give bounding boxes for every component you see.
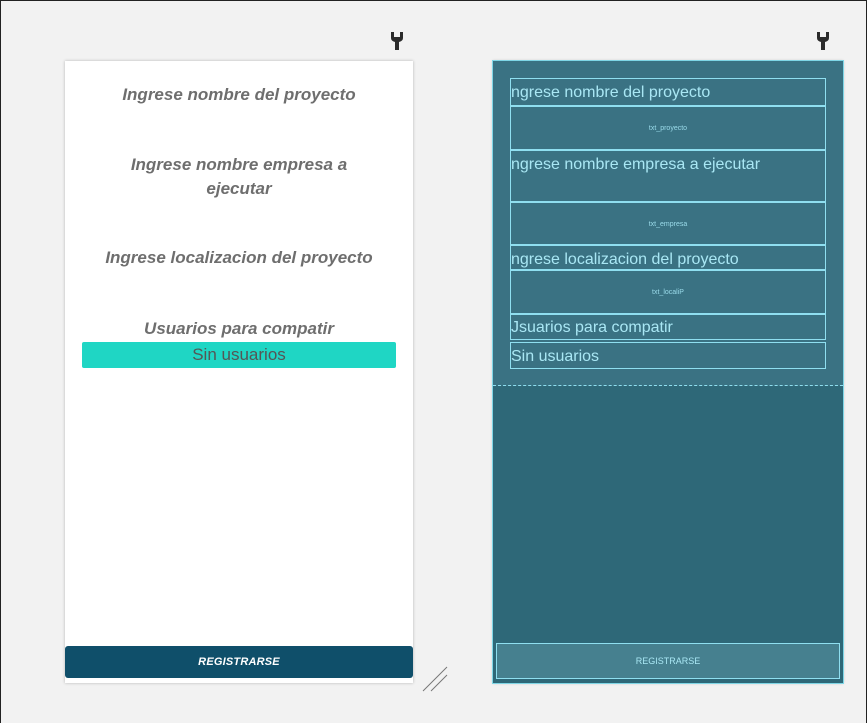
location-label: Ingrese localizacion del proyecto: [105, 248, 373, 267]
blueprint-sin-usuarios[interactable]: Sin usuarios: [510, 342, 826, 369]
design-preview[interactable]: Ingrese nombre del proyecto Ingrese nomb…: [65, 61, 413, 683]
wrench-icon[interactable]: [389, 31, 405, 51]
blueprint-txt-localip[interactable]: txt_localiP: [510, 270, 826, 314]
blueprint-company-label[interactable]: ngrese nombre empresa a ejecutar: [510, 150, 826, 202]
wrench-icon[interactable]: [815, 31, 831, 51]
blueprint-users-label[interactable]: Jsuarios para compatir: [510, 314, 826, 340]
company-name-label: Ingrese nombre empresa a ejecutar: [130, 155, 348, 198]
users-label: Usuarios para compatir: [144, 319, 334, 338]
registrarse-button[interactable]: REGISTRARSE: [65, 646, 413, 678]
blueprint-location-label[interactable]: ngrese localizacion del proyecto: [510, 245, 826, 270]
blueprint-txt-proyecto[interactable]: txt_proyecto: [510, 106, 826, 150]
resize-handle-icon[interactable]: [419, 663, 451, 695]
blueprint-project-label[interactable]: ngrese nombre del proyecto: [510, 78, 826, 106]
project-name-label: Ingrese nombre del proyecto: [122, 85, 356, 104]
blueprint-txt-empresa[interactable]: txt_empresa: [510, 202, 826, 245]
sin-usuarios-button[interactable]: Sin usuarios: [82, 342, 396, 368]
layout-editor-canvas: Ingrese nombre del proyecto Ingrese nomb…: [0, 0, 867, 723]
blueprint-divider: [493, 385, 843, 386]
blueprint-preview[interactable]: ngrese nombre del proyecto txt_proyecto …: [492, 60, 844, 684]
blueprint-registrarse[interactable]: REGISTRARSE: [496, 643, 840, 679]
